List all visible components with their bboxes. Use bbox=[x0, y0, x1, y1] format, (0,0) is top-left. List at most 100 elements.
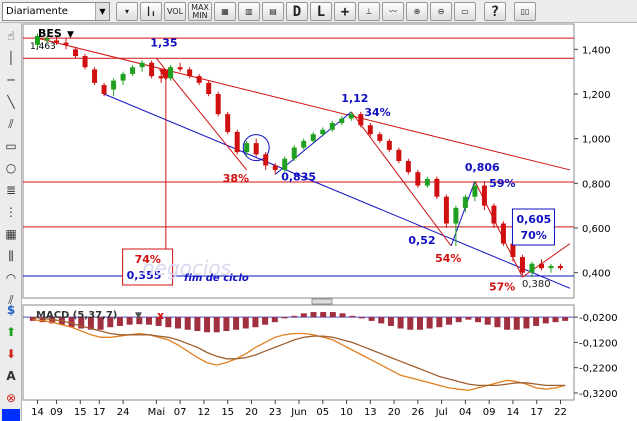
x-tick-label: 24 bbox=[117, 407, 130, 418]
color-icon[interactable] bbox=[2, 409, 20, 421]
vol-button[interactable]: VOL bbox=[164, 2, 186, 21]
price-chart[interactable]: 1,400 1,200 1,000 0,800 0,600 0,400 1,35 38% 0,… bbox=[22, 23, 637, 421]
log-icon[interactable]: ▥ bbox=[238, 2, 260, 21]
zoom-in-icon[interactable]: ⊕ bbox=[406, 2, 428, 21]
maxmin-button[interactable]: MAX MIN bbox=[188, 2, 212, 21]
candle-body bbox=[111, 80, 117, 90]
macd-hist-bar bbox=[552, 317, 559, 323]
macd-hist-bar bbox=[378, 317, 385, 324]
macd-hist-bar bbox=[175, 317, 182, 329]
macd-hist-bar bbox=[455, 317, 462, 323]
candle-body bbox=[377, 134, 383, 141]
candle-body bbox=[244, 143, 250, 153]
trend-icon[interactable]: 〰 bbox=[382, 2, 404, 21]
zoom-out-icon[interactable]: ⊖ bbox=[430, 2, 452, 21]
arc-icon[interactable]: ◠ bbox=[2, 269, 20, 287]
candle-body bbox=[82, 56, 88, 68]
macd-hist-bar bbox=[223, 317, 230, 332]
hline-icon[interactable]: ─ bbox=[2, 71, 20, 89]
hand-icon[interactable]: ☝ bbox=[2, 27, 20, 45]
period-select[interactable]: Diariamente ▼ bbox=[2, 2, 110, 21]
candle-body bbox=[168, 67, 174, 79]
candle-body bbox=[187, 69, 193, 77]
fib-fan-icon[interactable]: ⋮ bbox=[2, 203, 20, 221]
candle-body bbox=[329, 123, 335, 130]
candle-body bbox=[225, 114, 231, 132]
candle-body bbox=[472, 185, 478, 197]
macd-hist-bar bbox=[204, 317, 211, 333]
macd-hist-bar bbox=[523, 317, 530, 329]
dollar-icon[interactable]: $ bbox=[2, 301, 20, 319]
gann-icon[interactable]: ⫼ bbox=[2, 247, 20, 265]
macd-dropdown-icon[interactable]: ▼ bbox=[135, 311, 142, 321]
fim-de-ciclo-label: fim de ciclo bbox=[184, 273, 249, 284]
delete-icon[interactable]: ⊗ bbox=[2, 389, 20, 407]
diag-line-icon[interactable]: ╲ bbox=[2, 93, 20, 111]
x-tick-label: 15 bbox=[74, 407, 87, 418]
bar-icon[interactable]: ┃╻ bbox=[140, 2, 162, 21]
candle-body bbox=[529, 263, 535, 273]
up-arrow-icon[interactable]: ⬆ bbox=[2, 323, 20, 341]
x-tick-label: 12 bbox=[198, 407, 211, 418]
toolbar: Diariamente ▼ ▾ ┃╻ VOL MAX MIN ▦ ▥ ▤ D L… bbox=[0, 0, 637, 23]
l-button[interactable]: L bbox=[310, 2, 332, 21]
x-tick-label: 14 bbox=[507, 407, 520, 418]
grid-tool-icon[interactable]: ▦ bbox=[2, 225, 20, 243]
macd-hist-bar bbox=[416, 317, 423, 330]
candle-body bbox=[310, 134, 316, 141]
book-icon[interactable]: ▯▯ bbox=[514, 2, 536, 21]
macd-hist-bar bbox=[242, 317, 249, 329]
candle-body bbox=[177, 67, 183, 70]
x-tick-label: 14 bbox=[31, 407, 44, 418]
help-icon[interactable]: ? bbox=[484, 2, 506, 21]
fib-icon[interactable]: ≣ bbox=[2, 181, 20, 199]
macd-hist-bar bbox=[194, 317, 201, 332]
chart-type-icon[interactable]: ▾ bbox=[116, 2, 138, 21]
candle-body bbox=[519, 257, 525, 273]
candle-body bbox=[434, 178, 440, 197]
candle-body bbox=[234, 131, 240, 153]
crosshair-icon[interactable]: + bbox=[334, 2, 356, 21]
macd-hist-bar bbox=[165, 317, 172, 328]
period-select-value: Diariamente bbox=[6, 6, 68, 17]
candle-body bbox=[405, 161, 411, 173]
annotation-label: 59% bbox=[489, 177, 515, 190]
candle-body bbox=[481, 185, 487, 206]
macd-hist-bar bbox=[426, 317, 433, 329]
circle-icon[interactable]: ○ bbox=[2, 159, 20, 177]
candle-body bbox=[63, 42, 69, 45]
rect-icon[interactable]: ▭ bbox=[2, 137, 20, 155]
macd-hist-bar bbox=[494, 317, 501, 328]
candle-body bbox=[101, 85, 107, 94]
macd-hist-bar bbox=[291, 315, 298, 318]
annotation-label: 38% bbox=[223, 172, 249, 185]
down-arrow-icon[interactable]: ⬇ bbox=[2, 345, 20, 363]
last-value-label: 1,463 bbox=[30, 42, 56, 52]
candle-icon[interactable]: ▤ bbox=[262, 2, 284, 21]
y-tick-label: 0,800 bbox=[582, 179, 611, 190]
text-icon[interactable]: A bbox=[2, 367, 20, 385]
cursor-icon[interactable]: ⊥ bbox=[358, 2, 380, 21]
title-dropdown-icon[interactable]: ▼ bbox=[67, 30, 74, 40]
chevron-down-icon[interactable]: ▼ bbox=[95, 3, 109, 20]
annotation-box-line: 70% bbox=[520, 229, 546, 242]
macd-hist-bar bbox=[310, 312, 317, 318]
d-button[interactable]: D bbox=[286, 2, 308, 21]
candle-body bbox=[263, 154, 269, 166]
candle-body bbox=[206, 82, 212, 94]
macd-hist-bar bbox=[184, 317, 191, 330]
grid-icon[interactable]: ▦ bbox=[214, 2, 236, 21]
candle-body bbox=[272, 165, 278, 170]
l-label: L bbox=[316, 3, 326, 20]
print-icon[interactable]: ▭ bbox=[454, 2, 476, 21]
macd-close-icon[interactable]: x bbox=[157, 309, 164, 322]
candle-body bbox=[415, 172, 421, 186]
macd-hist-bar bbox=[368, 317, 375, 321]
splitter-handle[interactable] bbox=[311, 298, 333, 305]
channel-icon[interactable]: ⫽ bbox=[2, 115, 20, 133]
line-icon[interactable]: │ bbox=[2, 49, 20, 67]
candle-body bbox=[139, 62, 145, 68]
chart-title: BES bbox=[38, 27, 62, 40]
annotation-label: 34% bbox=[364, 106, 390, 119]
x-tick-label: 05 bbox=[316, 407, 329, 418]
